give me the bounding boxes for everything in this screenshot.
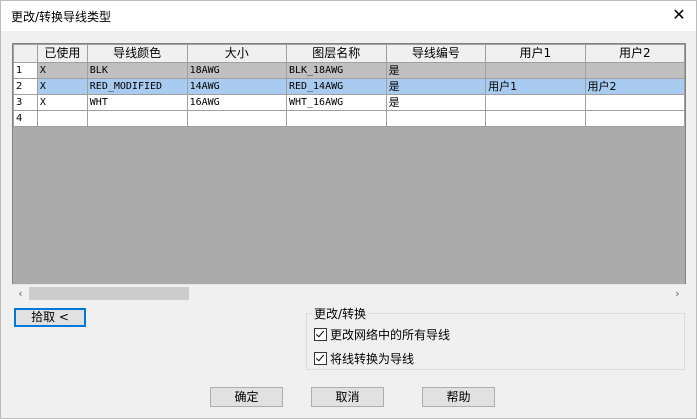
cell-layer-name[interactable] — [285, 110, 387, 127]
wire-type-grid: 已使用 导线颜色 大小 图层名称 导线编号 用户1 用户2 1 X BLK 18… — [12, 43, 686, 300]
checkbox-checked-icon[interactable] — [314, 328, 327, 341]
title-bar: 更改/转换导线类型 ✕ — [1, 1, 696, 31]
column-header-corner[interactable] — [13, 44, 38, 63]
cell-size[interactable] — [186, 110, 287, 127]
column-header-user2[interactable]: 用户2 — [584, 44, 685, 63]
column-header-user1[interactable]: 用户1 — [485, 44, 586, 63]
column-header-layer-name[interactable]: 图层名称 — [285, 44, 387, 63]
cell-used[interactable]: X — [36, 78, 88, 95]
cell-layer-name[interactable]: WHT_16AWG — [285, 94, 387, 111]
convert-to-wire-checkbox[interactable]: 将线转换为导线 — [314, 352, 414, 366]
cell-layer-name[interactable]: BLK_18AWG — [285, 62, 387, 79]
change-all-wires-checkbox[interactable]: 更改网络中的所有导线 — [314, 328, 450, 342]
scrollbar-thumb[interactable] — [29, 287, 189, 300]
cell-wire-number[interactable]: 是 — [385, 62, 487, 79]
cell-used[interactable]: X — [36, 94, 88, 111]
cell-user1[interactable] — [485, 62, 586, 79]
cell-wire-color[interactable] — [86, 110, 188, 127]
row-number[interactable]: 4 — [13, 110, 38, 127]
cell-used[interactable] — [36, 110, 88, 127]
cell-wire-color[interactable]: WHT — [86, 94, 188, 111]
table-row[interactable]: 4 — [13, 110, 685, 127]
row-number[interactable]: 3 — [13, 94, 38, 111]
checkbox-checked-icon[interactable] — [314, 352, 327, 365]
table-row[interactable]: 1 X BLK 18AWG BLK_18AWG 是 — [13, 62, 685, 79]
table-row[interactable]: 2 X RED_MODIFIED 14AWG RED_14AWG 是 用户1 用… — [13, 78, 685, 95]
row-number[interactable]: 2 — [13, 78, 38, 95]
dialog-window: 更改/转换导线类型 ✕ 已使用 导线颜色 大小 图层名称 导线编号 用户1 用户… — [0, 0, 697, 419]
cell-user1[interactable] — [485, 110, 586, 127]
cell-user2[interactable]: 用户2 — [584, 78, 685, 95]
column-header-wire-color[interactable]: 导线颜色 — [86, 44, 188, 63]
help-button[interactable]: 帮助 — [422, 387, 495, 407]
change-all-wires-label: 更改网络中的所有导线 — [330, 328, 451, 342]
column-header-used[interactable]: 已使用 — [36, 44, 88, 63]
cell-size[interactable]: 16AWG — [186, 94, 287, 111]
cell-user2[interactable] — [584, 110, 685, 127]
pick-button[interactable]: 拾取 < — [14, 308, 86, 327]
cell-size[interactable]: 14AWG — [186, 78, 287, 95]
header-row: 已使用 导线颜色 大小 图层名称 导线编号 用户1 用户2 — [13, 44, 685, 63]
scroll-right-icon[interactable]: › — [669, 285, 686, 302]
cell-wire-color[interactable]: RED_MODIFIED — [86, 78, 188, 95]
table-row[interactable]: 3 X WHT 16AWG WHT_16AWG 是 — [13, 94, 685, 111]
wire-type-table: 已使用 导线颜色 大小 图层名称 导线编号 用户1 用户2 1 X BLK 18… — [13, 44, 685, 127]
cell-user1[interactable] — [485, 94, 586, 111]
cell-user2[interactable] — [584, 62, 685, 79]
convert-group-label: 更改/转换 — [312, 305, 369, 322]
cell-layer-name[interactable]: RED_14AWG — [285, 78, 387, 95]
cell-wire-number[interactable]: 是 — [385, 94, 487, 111]
horizontal-scrollbar[interactable]: ‹ › — [12, 284, 686, 302]
row-number[interactable]: 1 — [13, 62, 38, 79]
dialog-title: 更改/转换导线类型 — [11, 10, 112, 24]
cell-wire-color[interactable]: BLK — [86, 62, 188, 79]
scroll-left-icon[interactable]: ‹ — [12, 285, 29, 302]
cell-user2[interactable] — [584, 94, 685, 111]
cell-size[interactable]: 18AWG — [186, 62, 287, 79]
convert-to-wire-label: 将线转换为导线 — [330, 352, 415, 366]
cell-wire-number[interactable]: 是 — [385, 78, 487, 95]
column-header-wire-number[interactable]: 导线编号 — [385, 44, 487, 63]
cell-user1[interactable]: 用户1 — [485, 78, 586, 95]
cell-used[interactable]: X — [36, 62, 88, 79]
close-icon[interactable]: ✕ — [670, 6, 688, 24]
cancel-button[interactable]: 取消 — [311, 387, 384, 407]
ok-button[interactable]: 确定 — [210, 387, 283, 407]
column-header-size[interactable]: 大小 — [186, 44, 287, 63]
cell-wire-number[interactable] — [385, 110, 487, 127]
